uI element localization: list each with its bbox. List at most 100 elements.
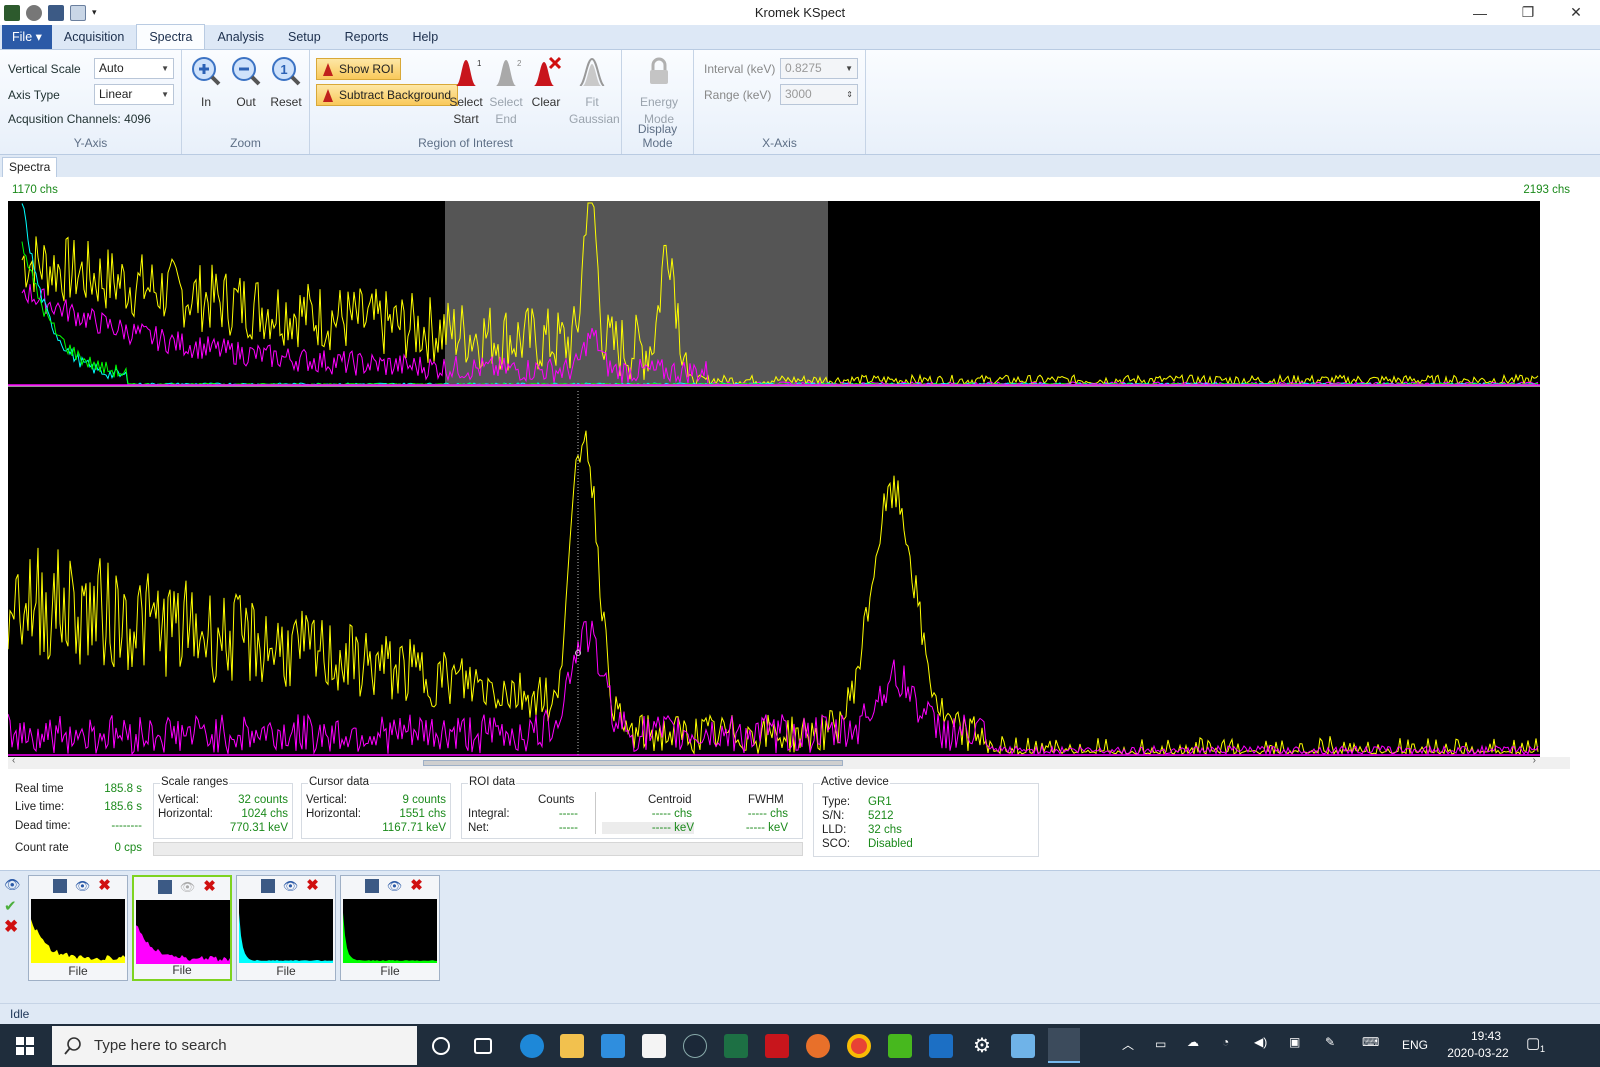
zoom-out-button[interactable]: Out <box>226 56 266 111</box>
volume-icon[interactable]: ◀) <box>1254 1035 1267 1049</box>
spectrum-thumbnail[interactable]: 👁 ✖ File <box>340 875 440 981</box>
wifi-icon[interactable]: ◔ <box>1222 1035 1229 1049</box>
zoom-in-button[interactable]: In <box>186 56 226 111</box>
menu-spectra[interactable]: Spectra <box>136 24 205 49</box>
customize-qa-icon[interactable]: ▾ <box>92 7 97 18</box>
roi-start-icon: 1 <box>451 56 481 86</box>
file-explorer-icon[interactable] <box>560 1034 584 1058</box>
clock-date[interactable]: 2020-03-22 <box>1440 1046 1516 1060</box>
eye-icon[interactable]: 👁 <box>4 877 22 893</box>
language-indicator[interactable]: ENG <box>1402 1038 1428 1052</box>
fit-gaussian-button[interactable]: Fit Gaussian <box>569 56 615 128</box>
spectrum-thumbnail[interactable]: 👁 ✖ File <box>132 875 232 981</box>
chrome-icon[interactable] <box>847 1034 871 1058</box>
dead-time-label: Dead time: <box>15 820 71 832</box>
delete-icon[interactable]: ✖ <box>306 879 319 893</box>
restore-button[interactable]: ❐ <box>1504 0 1552 25</box>
save-icon[interactable] <box>261 879 275 893</box>
task-view-icon[interactable] <box>474 1038 492 1054</box>
spectrum-thumbnail[interactable]: 👁 ✖ File <box>28 875 128 981</box>
tab-spectra[interactable]: Spectra <box>2 157 57 177</box>
save-icon[interactable] <box>48 5 64 21</box>
spectrum-thumbnails: 👁 ✔ ✖ 👁 ✖ File 👁 ✖ File 👁 ✖ File 👁 ✖ File <box>0 870 1600 1000</box>
cursor-vertical-label: Vertical: <box>306 794 347 806</box>
settings-gear-icon[interactable]: ⚙ <box>970 1034 994 1058</box>
interval-input[interactable]: 0.8275 ▼ <box>780 58 858 79</box>
edge-icon[interactable] <box>520 1034 544 1058</box>
cursor-horizontal-chs: 1551 chs <box>362 808 446 820</box>
window-title: Kromek KSpect <box>0 5 1600 20</box>
delete-icon[interactable]: ✖ <box>410 879 423 893</box>
horizontal-scrollbar[interactable]: ‹ › <box>8 757 1570 769</box>
close-button[interactable]: ✕ <box>1552 0 1600 25</box>
menu-help[interactable]: Help <box>400 25 450 49</box>
spectrum-thumbnail[interactable]: 👁 ✖ File <box>236 875 336 981</box>
check-icon[interactable]: ✔ <box>4 897 22 915</box>
scroll-right-icon[interactable]: › <box>1533 755 1536 766</box>
store-icon[interactable] <box>642 1034 666 1058</box>
start-button[interactable] <box>0 1024 50 1067</box>
minimize-button[interactable]: — <box>1456 0 1504 25</box>
display-mode-group-label: Display Mode <box>622 122 693 150</box>
security-icon[interactable]: ▣ <box>1289 1035 1300 1049</box>
peak-icon <box>322 88 334 102</box>
cursor-data-box: Cursor data Vertical: 9 counts Horizonta… <box>301 783 451 839</box>
mcafee-icon[interactable] <box>765 1034 789 1058</box>
eye-icon[interactable]: 👁 <box>283 879 298 893</box>
live-time-value: 185.6 s <box>80 801 142 813</box>
roi-net-counts: ----- <box>522 822 578 834</box>
firefox-icon[interactable] <box>806 1034 830 1058</box>
gaussian-icon <box>577 56 607 86</box>
keyboard-icon[interactable]: ⌨ <box>1362 1035 1379 1049</box>
menu-file[interactable]: File ▾ <box>2 25 52 49</box>
menu-setup[interactable]: Setup <box>276 25 333 49</box>
mail-icon[interactable] <box>601 1034 625 1058</box>
export-icon[interactable] <box>70 5 86 21</box>
delete-all-icon[interactable]: ✖ <box>4 917 22 937</box>
delete-icon[interactable]: ✖ <box>203 880 216 894</box>
excel-icon[interactable] <box>724 1034 748 1058</box>
battery-icon[interactable]: ▭ <box>1155 1037 1166 1051</box>
select-start-button[interactable]: 1 Select Start <box>446 56 486 128</box>
kspect-taskbar-icon[interactable] <box>1048 1028 1080 1063</box>
scroll-left-icon[interactable]: ‹ <box>12 755 15 766</box>
subtract-background-button[interactable]: Subtract Background <box>316 84 458 106</box>
save-icon[interactable] <box>53 879 67 893</box>
onedrive-icon[interactable]: ☁ <box>1187 1035 1199 1049</box>
clear-roi-button[interactable]: Clear <box>526 56 566 111</box>
vertical-scale-select[interactable]: Auto ▼ <box>94 58 174 79</box>
spectrum-plot[interactable] <box>8 201 1540 757</box>
eye-icon[interactable]: 👁 <box>180 880 195 894</box>
axis-type-select[interactable]: Linear ▼ <box>94 84 174 105</box>
play-icon[interactable] <box>26 5 42 21</box>
notifications-icon[interactable]: ▢ <box>1526 1034 1540 1052</box>
range-input[interactable]: 3000 ⇕ <box>780 84 858 105</box>
outlook-icon[interactable] <box>929 1034 953 1058</box>
device-type-value: GR1 <box>868 796 892 808</box>
show-roi-button[interactable]: Show ROI <box>316 58 401 80</box>
scroll-thumb[interactable] <box>423 760 843 766</box>
device-type-label: Type: <box>822 796 850 808</box>
menu-acquisition[interactable]: Acquisition <box>52 25 136 49</box>
menu-analysis[interactable]: Analysis <box>205 25 276 49</box>
menu-reports[interactable]: Reports <box>333 25 401 49</box>
status-bar: Idle <box>0 1003 1600 1024</box>
roi-fwhm-header: FWHM <box>748 794 784 806</box>
pen-icon[interactable]: ✎ <box>1325 1035 1335 1049</box>
delete-icon[interactable]: ✖ <box>98 879 111 893</box>
cortana-icon[interactable] <box>432 1037 450 1055</box>
save-icon[interactable] <box>158 880 172 894</box>
save-icon[interactable] <box>365 879 379 893</box>
select-end-button[interactable]: 2 Select End <box>486 56 526 128</box>
eye-icon[interactable]: 👁 <box>75 879 90 893</box>
taskbar-search[interactable]: Type here to search <box>52 1026 417 1065</box>
app-green-icon[interactable] <box>888 1034 912 1058</box>
energy-mode-button[interactable]: Energy Mode <box>636 56 682 128</box>
eye-icon[interactable]: 👁 <box>387 879 402 893</box>
roi-data-box: ROI data Counts Centroid FWHM Integral: … <box>461 783 803 839</box>
steam-icon[interactable] <box>683 1034 707 1058</box>
app-blue-icon[interactable] <box>1011 1034 1035 1058</box>
tray-chevron-icon[interactable]: ︿ <box>1122 1036 1134 1053</box>
clock-time[interactable]: 19:43 <box>1456 1029 1516 1043</box>
zoom-reset-button[interactable]: 1 Reset <box>266 56 306 111</box>
